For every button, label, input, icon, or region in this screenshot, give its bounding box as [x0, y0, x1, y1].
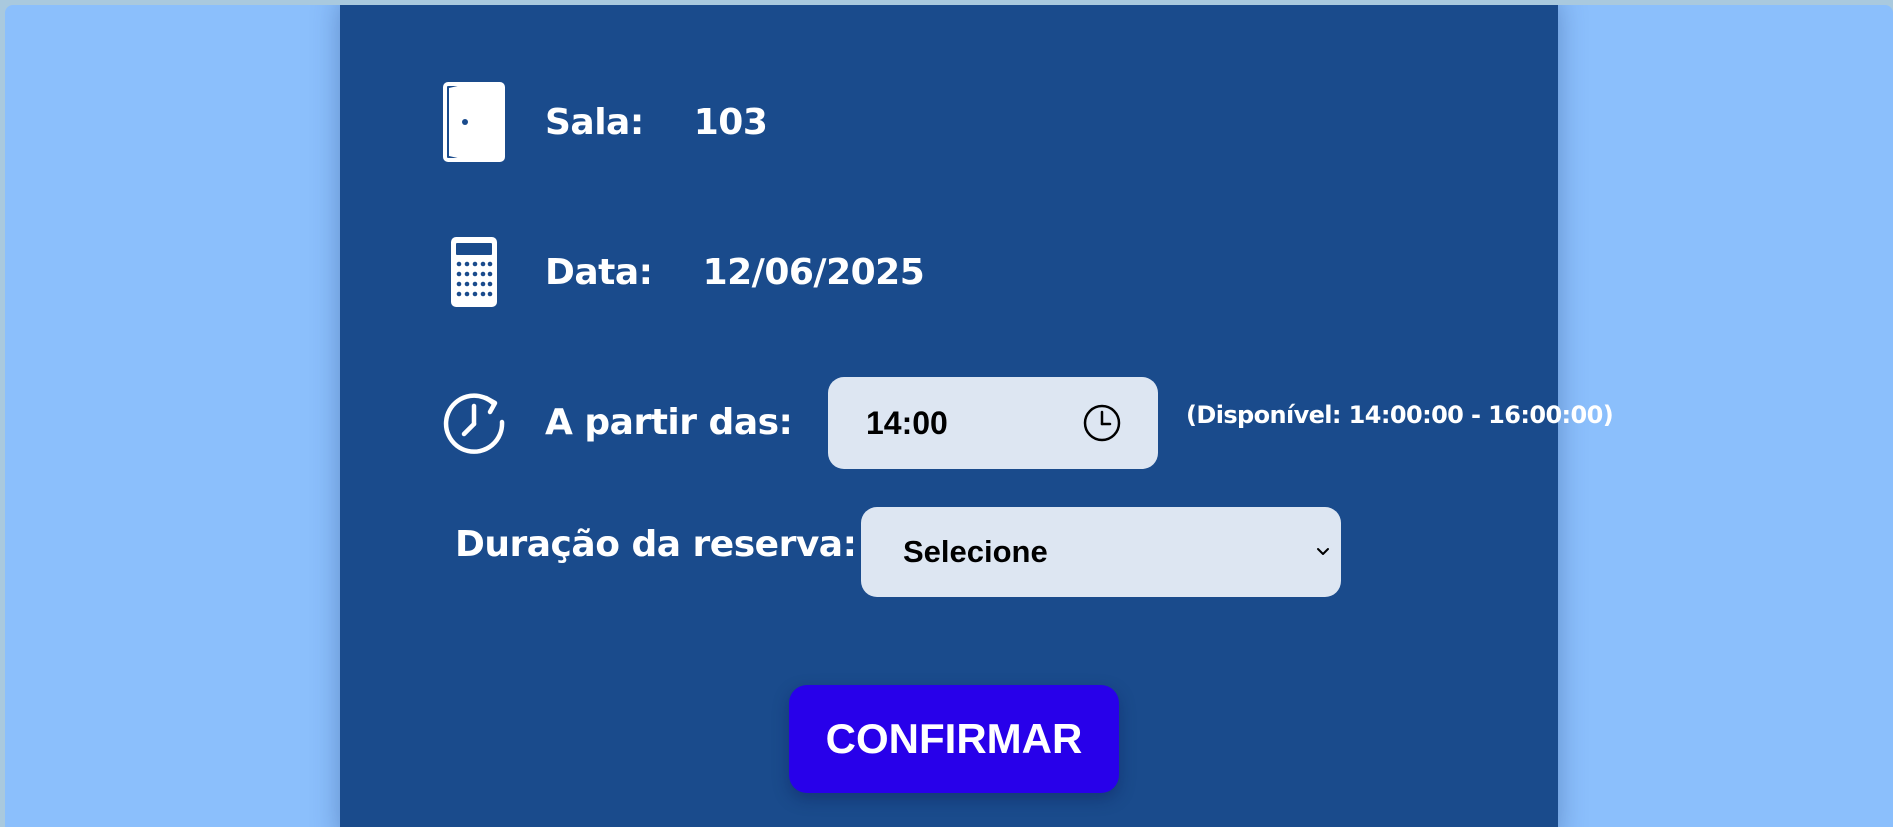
room-label: Sala: — [545, 101, 644, 143]
room-row: Sala: 103 — [439, 77, 768, 167]
confirm-button[interactable]: CONFIRMAR — [789, 685, 1119, 793]
start-time-row: A partir das: — [439, 377, 793, 467]
duration-label: Duração da reserva: — [455, 524, 857, 565]
duration-select[interactable]: Selecione — [861, 507, 1341, 597]
chevron-down-icon — [1315, 544, 1331, 560]
date-row: Data: 12/06/2025 — [439, 227, 925, 317]
clock-history-icon — [439, 377, 509, 467]
start-time-label: A partir das: — [545, 401, 793, 443]
reservation-card: Sala: 103 Data: 12/06/2025 A partir das:… — [340, 5, 1614, 827]
start-time-input[interactable]: 14:00 — [828, 377, 1158, 469]
date-label: Data: — [545, 251, 653, 293]
date-value: 12/06/2025 — [702, 251, 925, 293]
room-value: 103 — [693, 101, 768, 143]
page-background: Sala: 103 Data: 12/06/2025 A partir das:… — [5, 5, 1893, 827]
calculator-icon — [439, 227, 509, 317]
start-time-value: 14:00 — [866, 404, 948, 441]
door-icon — [439, 77, 509, 167]
clock-icon[interactable] — [1080, 401, 1124, 445]
availability-text: (Disponível: 14:00:00 - 16:00:00) — [1186, 401, 1614, 429]
duration-selected-value: Selecione — [903, 534, 1048, 569]
